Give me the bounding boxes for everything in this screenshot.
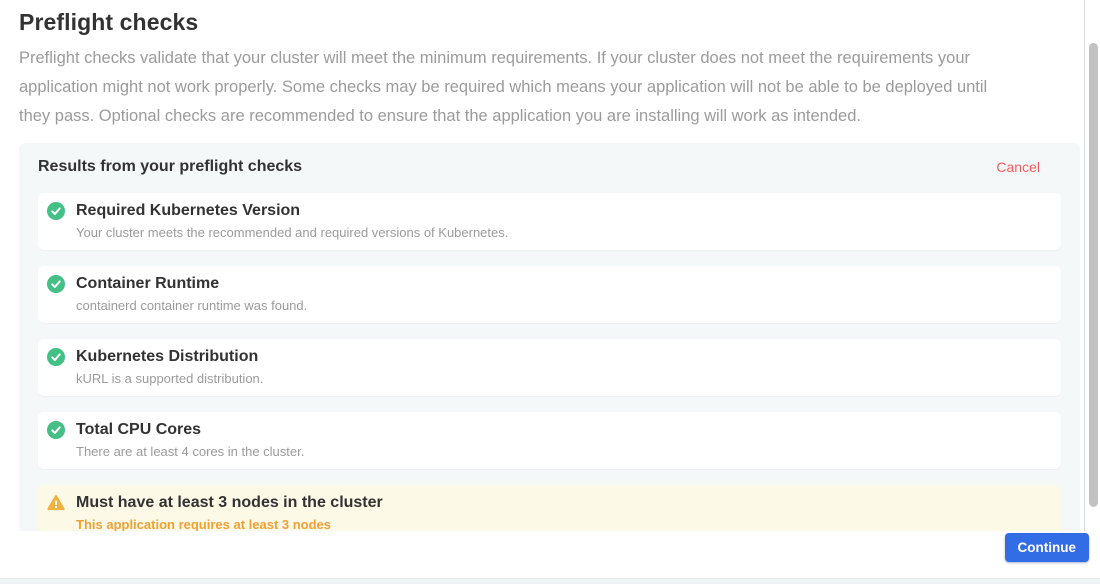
check-message: kURL is a supported distribution. xyxy=(76,372,263,386)
check-title: Kubernetes Distribution xyxy=(76,347,263,366)
page-description: Preflight checks validate that your clus… xyxy=(19,44,1084,131)
check-row-kubernetes-distribution: Kubernetes Distribution kURL is a suppor… xyxy=(38,339,1061,396)
check-circle-icon xyxy=(47,275,65,293)
check-text: Total CPU Cores There are at least 4 cor… xyxy=(76,420,304,459)
check-text: Kubernetes Distribution kURL is a suppor… xyxy=(76,347,263,386)
preflight-results-panel: Results from your preflight checks Cance… xyxy=(19,143,1080,531)
cancel-link[interactable]: Cancel xyxy=(996,159,1040,175)
check-circle-icon xyxy=(47,421,65,439)
check-text: Container Runtime containerd container r… xyxy=(76,274,307,313)
check-title: Required Kubernetes Version xyxy=(76,201,508,220)
check-text: Required Kubernetes Version Your cluster… xyxy=(76,201,508,240)
panel-title: Results from your preflight checks xyxy=(38,158,302,176)
check-row-container-runtime: Container Runtime containerd container r… xyxy=(38,266,1061,323)
bottom-strip xyxy=(0,578,1100,584)
preflight-content: Preflight checks Preflight checks valida… xyxy=(0,0,1084,531)
page-title: Preflight checks xyxy=(19,9,1084,36)
check-row-total-cpu-cores: Total CPU Cores There are at least 4 cor… xyxy=(38,412,1061,469)
check-row-node-count-warning: Must have at least 3 nodes in the cluste… xyxy=(38,485,1061,531)
check-text: Must have at least 3 nodes in the cluste… xyxy=(76,493,383,531)
page-description-line: application might not work properly. Som… xyxy=(19,73,1084,102)
check-row-kubernetes-version: Required Kubernetes Version Your cluster… xyxy=(38,193,1061,250)
check-circle-icon xyxy=(47,348,65,366)
check-message: Your cluster meets the recommended and r… xyxy=(76,226,508,240)
check-list: Required Kubernetes Version Your cluster… xyxy=(38,193,1061,531)
warning-triangle-icon xyxy=(47,494,65,512)
check-title: Total CPU Cores xyxy=(76,420,304,439)
vertical-scrollbar-thumb[interactable] xyxy=(1089,43,1098,507)
check-message: This application requires at least 3 nod… xyxy=(76,518,383,531)
check-message: containerd container runtime was found. xyxy=(76,299,307,313)
panel-header: Results from your preflight checks Cance… xyxy=(38,158,1061,176)
check-title: Container Runtime xyxy=(76,274,307,293)
check-message: There are at least 4 cores in the cluste… xyxy=(76,445,304,459)
footer-bar: Continue xyxy=(0,531,1100,578)
vertical-scrollbar-track[interactable] xyxy=(1084,0,1100,531)
page-description-line: they pass. Optional checks are recommend… xyxy=(19,102,1084,131)
check-title: Must have at least 3 nodes in the cluste… xyxy=(76,493,383,512)
check-circle-icon xyxy=(47,202,65,220)
page-description-line: Preflight checks validate that your clus… xyxy=(19,44,1084,73)
continue-button[interactable]: Continue xyxy=(1005,533,1090,562)
